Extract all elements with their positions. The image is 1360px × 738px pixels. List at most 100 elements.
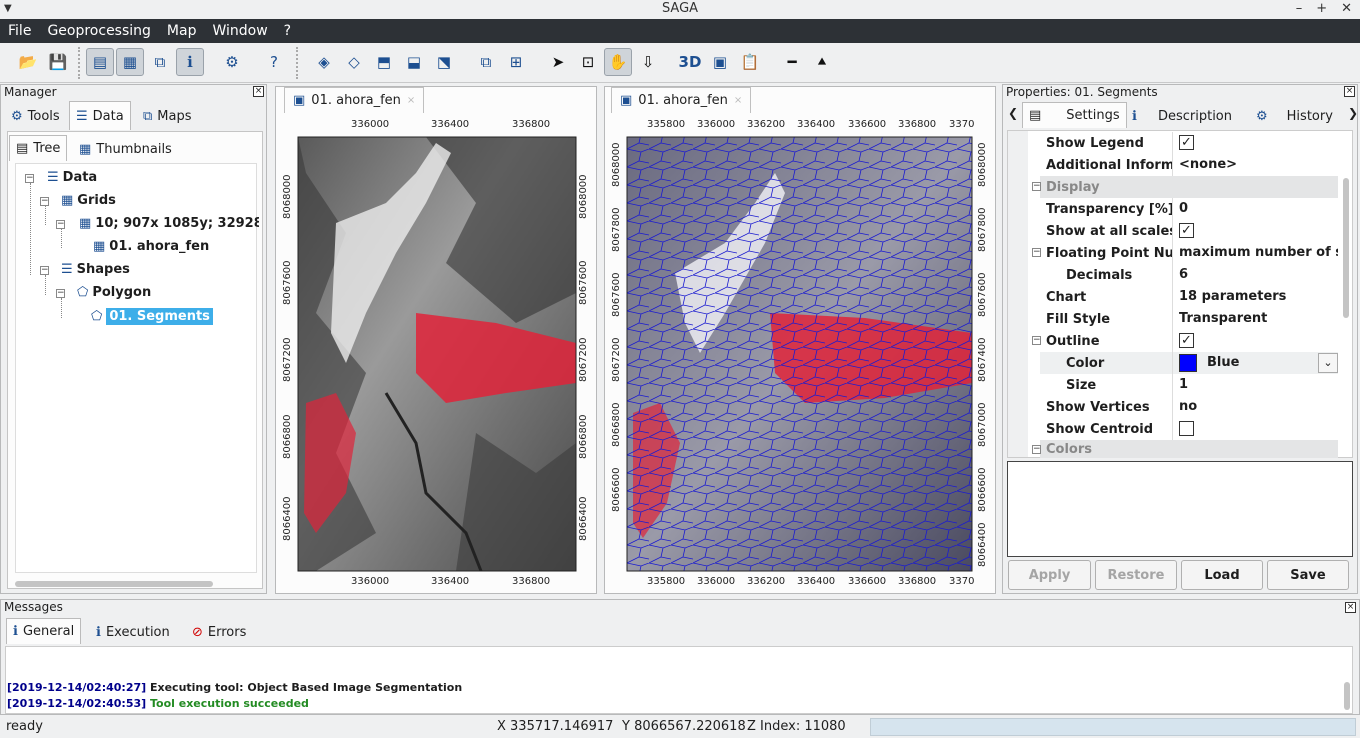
tree-node-grid-system[interactable]: ▦10; 907x 1085y; 329285x 80 bbox=[79, 216, 259, 231]
pan-down-icon[interactable]: ⇩ bbox=[634, 48, 662, 76]
menu-file[interactable]: File bbox=[0, 19, 39, 43]
pan-hand-icon[interactable]: ✋ bbox=[604, 48, 632, 76]
tree-scrollbar[interactable] bbox=[15, 581, 213, 587]
menu-map[interactable]: Map bbox=[159, 19, 205, 43]
tree-node-grid-item[interactable]: ▦ 01. ahora_fen bbox=[93, 239, 209, 254]
property-floating-point[interactable]: Floating Point Numbmaximum number of sig… bbox=[1040, 242, 1338, 264]
property-group-colors[interactable]: Colors bbox=[1040, 440, 1338, 458]
tab-history[interactable]: ⚙ History bbox=[1250, 103, 1339, 129]
close-icon[interactable]: ✕ bbox=[1341, 0, 1352, 17]
properties-close-icon[interactable]: × bbox=[1344, 86, 1355, 97]
load-button[interactable]: Load bbox=[1181, 560, 1263, 590]
tab-tree[interactable]: ▤ Tree bbox=[9, 135, 68, 161]
map-1-canvas[interactable] bbox=[276, 113, 598, 593]
property-color[interactable]: Color Blue bbox=[1040, 352, 1338, 374]
menu-geoprocessing[interactable]: Geoprocessing bbox=[39, 19, 158, 43]
tree-node-polygon[interactable]: ⬠ Polygon bbox=[77, 285, 151, 300]
property-show-legend[interactable]: Show Legend ✓ bbox=[1040, 132, 1338, 154]
property-chart[interactable]: Chart 18 parameters bbox=[1040, 286, 1338, 308]
open-folder-icon[interactable]: 📂 bbox=[14, 48, 42, 76]
minimize-icon[interactable]: – bbox=[1296, 0, 1303, 17]
tab-data[interactable]: ☰ Data bbox=[69, 101, 131, 130]
3d-view-icon[interactable]: 3D bbox=[676, 48, 704, 76]
properties-toggle-icon[interactable]: ▦ bbox=[116, 48, 144, 76]
tab-maps[interactable]: ⧉ Maps bbox=[137, 103, 198, 129]
tab-general[interactable]: ℹ General bbox=[6, 618, 82, 644]
checkbox-checked-icon[interactable]: ✓ bbox=[1179, 223, 1194, 238]
expander-shapes[interactable]: − bbox=[40, 266, 49, 275]
checkbox-checked-icon[interactable]: ✓ bbox=[1179, 135, 1194, 150]
select-arrow-icon[interactable]: ➤ bbox=[544, 48, 572, 76]
messages-close-icon[interactable]: × bbox=[1345, 602, 1356, 613]
tree-node-shapes[interactable]: ☰ Shapes bbox=[61, 262, 130, 277]
map-2-canvas[interactable] bbox=[605, 113, 997, 593]
property-decimals[interactable]: Decimals 6 bbox=[1040, 264, 1338, 286]
property-show-vertices[interactable]: Show Vertices no bbox=[1040, 396, 1338, 418]
property-additional-info[interactable]: Additional Informati<none> bbox=[1040, 154, 1338, 176]
property-group-display[interactable]: Display bbox=[1040, 176, 1338, 198]
tab-description[interactable]: ℹ Description bbox=[1126, 103, 1238, 129]
zoom-box-icon[interactable]: ⊡ bbox=[574, 48, 602, 76]
zoom-full-icon[interactable]: ◈ bbox=[310, 48, 338, 76]
map-tab-2[interactable]: ▣ 01. ahora_fen × bbox=[611, 87, 752, 113]
property-fill-style[interactable]: Fill Style Transparent bbox=[1040, 308, 1338, 330]
tab-execution[interactable]: ℹ Execution bbox=[90, 619, 176, 645]
zoom-extent-icon[interactable]: ⬓ bbox=[400, 48, 428, 76]
tree-node-grids[interactable]: ▦ Grids bbox=[61, 193, 116, 208]
map-view-icon[interactable]: ▣ bbox=[706, 48, 734, 76]
menu-help[interactable]: ? bbox=[276, 19, 299, 43]
expander-outline[interactable]: − bbox=[1032, 336, 1041, 345]
color-dropdown-icon[interactable]: ⌄ bbox=[1318, 353, 1338, 373]
zoom-active-icon[interactable]: ◇ bbox=[340, 48, 368, 76]
zoom-selection-icon[interactable]: ⬒ bbox=[370, 48, 398, 76]
data-source-icon[interactable]: ⧉ bbox=[146, 48, 174, 76]
tab-scroll-right-icon[interactable]: ❯ bbox=[1348, 106, 1358, 120]
menu-window[interactable]: Window bbox=[204, 19, 275, 43]
expander-display[interactable]: − bbox=[1032, 182, 1041, 191]
tab-close-icon[interactable]: × bbox=[734, 95, 742, 106]
tab-close-icon[interactable]: × bbox=[407, 95, 415, 106]
info-icon[interactable]: ℹ bbox=[176, 48, 204, 76]
restore-button[interactable]: Restore bbox=[1095, 560, 1177, 590]
tools-icon[interactable]: ⚙ bbox=[218, 48, 246, 76]
y-tick-label: 8066400 bbox=[282, 496, 293, 541]
tree-node-segments[interactable]: ⬠ 01. Segments bbox=[91, 308, 213, 325]
property-transparency[interactable]: Transparency [%] 0 bbox=[1040, 198, 1338, 220]
help-icon[interactable]: ? bbox=[260, 48, 288, 76]
save-icon[interactable]: 💾 bbox=[44, 48, 72, 76]
message-scrollbar[interactable] bbox=[1344, 682, 1350, 710]
copy-map-icon[interactable]: ⧉ bbox=[472, 48, 500, 76]
scale-bar-icon[interactable]: ━ bbox=[778, 48, 806, 76]
tab-thumbnails[interactable]: ▦ Thumbnails bbox=[73, 136, 178, 162]
save-button[interactable]: Save bbox=[1267, 560, 1349, 590]
expander-grids[interactable]: − bbox=[40, 197, 49, 206]
property-scrollbar[interactable] bbox=[1343, 178, 1349, 318]
manager-close-icon[interactable]: × bbox=[253, 86, 264, 97]
tab-tools[interactable]: ⚙ Tools bbox=[5, 103, 66, 129]
clipboard-icon[interactable]: 📋 bbox=[736, 48, 764, 76]
layout-icon[interactable]: ⊞ bbox=[502, 48, 530, 76]
expander-grid-system[interactable]: − bbox=[56, 220, 65, 229]
tab-scroll-left-icon[interactable]: ❮ bbox=[1008, 106, 1018, 120]
checkbox-unchecked-icon[interactable] bbox=[1179, 421, 1194, 436]
status-z-index: Z Index: 11080 bbox=[747, 719, 846, 734]
apply-button[interactable]: Apply bbox=[1008, 560, 1091, 590]
expander-floating-point[interactable]: − bbox=[1032, 248, 1041, 257]
property-show-all-scales[interactable]: Show at all scales ✓ bbox=[1040, 220, 1338, 242]
property-show-centroid[interactable]: Show Centroid bbox=[1040, 418, 1338, 440]
map-tab-1[interactable]: ▣ 01. ahora_fen × bbox=[284, 87, 425, 113]
tree-node-data[interactable]: ☰ Data bbox=[47, 170, 97, 185]
window-menu-icon[interactable]: ▼ bbox=[4, 0, 12, 17]
maximize-icon[interactable]: + bbox=[1316, 0, 1327, 17]
checkbox-checked-icon[interactable]: ✓ bbox=[1179, 333, 1194, 348]
property-outline[interactable]: Outline ✓ bbox=[1040, 330, 1338, 352]
property-size[interactable]: Size 1 bbox=[1040, 374, 1338, 396]
manager-toggle-icon[interactable]: ▤ bbox=[86, 48, 114, 76]
zoom-synchronize-icon[interactable]: ⬔ bbox=[430, 48, 458, 76]
tab-settings[interactable]: ▤ Settings bbox=[1022, 102, 1127, 128]
expander-colors[interactable]: − bbox=[1032, 445, 1041, 454]
tab-errors[interactable]: ⊘ Errors bbox=[186, 619, 252, 645]
north-arrow-icon[interactable]: ⯅ bbox=[808, 48, 836, 76]
expander-data[interactable]: − bbox=[25, 174, 34, 183]
expander-polygon[interactable]: − bbox=[56, 289, 65, 298]
